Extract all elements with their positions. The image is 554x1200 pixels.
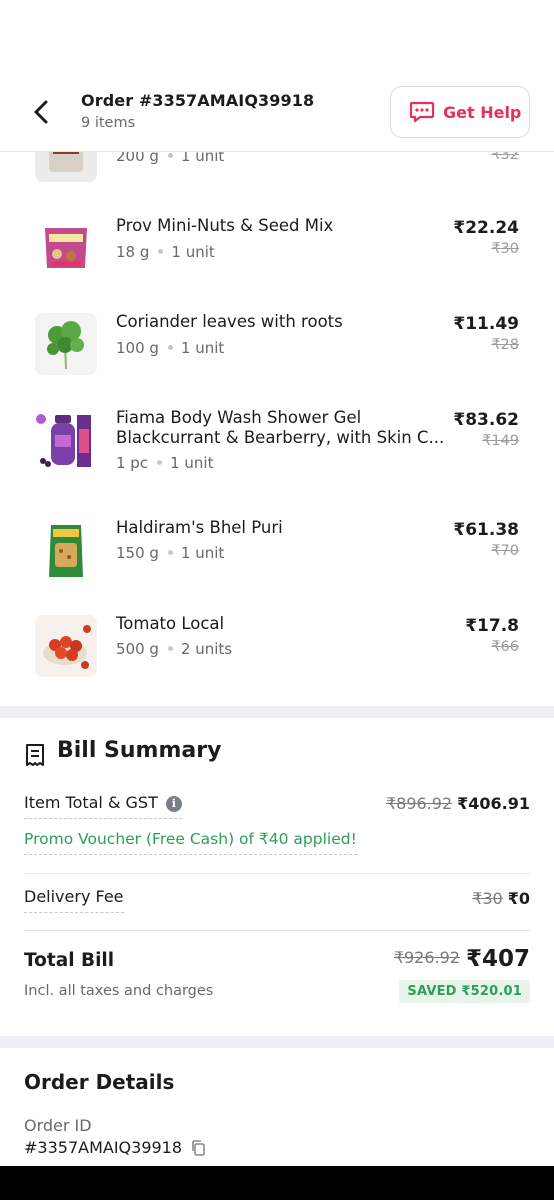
- item-name: Fiama Body Wash Shower Gel Blackcurrant …: [116, 408, 445, 447]
- list-item: Tomato Local 500 g2 units ₹17.8 ₹66: [0, 612, 554, 682]
- item-mrp: ₹30: [491, 241, 519, 257]
- top-header: Order #3357AMAIQ39918 9 items Get Help: [0, 0, 554, 152]
- total-bill-label: Total Bill: [24, 950, 115, 971]
- delivery-fee-value: ₹0: [507, 889, 530, 908]
- item-quantity: 150 g1 unit: [116, 544, 225, 562]
- product-thumbnail: [35, 519, 97, 581]
- item-count: 9 items: [81, 115, 136, 131]
- get-help-label: Get Help: [443, 102, 522, 122]
- product-thumbnail: [35, 615, 97, 677]
- promo-voucher-text[interactable]: Promo Voucher (Free Cash) of ₹40 applied…: [24, 830, 357, 855]
- order-id-value: #3357AMAIQ39918: [24, 1138, 183, 1157]
- delivery-fee-amount: ₹30 ₹0: [472, 889, 530, 908]
- product-thumbnail: [35, 313, 97, 375]
- item-total-mrp: ₹896.92: [385, 794, 453, 813]
- item-price: ₹61.38: [453, 520, 519, 540]
- order-title: Order #3357AMAIQ39918: [81, 91, 315, 110]
- item-quantity: 500 g2 units: [116, 640, 233, 658]
- item-name: Prov Mini-Nuts & Seed Mix: [116, 216, 334, 235]
- item-name: Coriander leaves with roots: [116, 312, 343, 331]
- section-divider: [0, 706, 554, 718]
- total-bill-mrp: ₹926.92: [393, 948, 460, 967]
- order-id-label: Order ID: [24, 1116, 92, 1135]
- list-item: Coriander leaves with roots 100 g1 unit …: [0, 310, 554, 380]
- item-price: ₹22.24: [453, 218, 519, 238]
- item-price: ₹11.49: [453, 314, 519, 334]
- item-quantity: 100 g1 unit: [116, 339, 225, 357]
- item-mrp: ₹66: [491, 639, 519, 655]
- item-mrp: ₹149: [482, 433, 519, 449]
- section-divider: [0, 1036, 554, 1048]
- bill-summary-title: Bill Summary: [57, 738, 222, 763]
- chevron-left-icon: [34, 100, 48, 124]
- order-details-title: Order Details: [24, 1070, 175, 1094]
- delivery-fee-label[interactable]: Delivery Fee: [24, 887, 124, 913]
- product-thumbnail: [35, 409, 97, 471]
- order-id-row: #3357AMAIQ39918: [24, 1138, 206, 1157]
- chat-icon: [409, 101, 435, 123]
- system-navigation-bar: [0, 1166, 554, 1200]
- item-total-text: Item Total & GST: [24, 793, 158, 812]
- item-mrp: ₹28: [491, 337, 519, 353]
- info-icon[interactable]: i: [165, 795, 182, 812]
- total-bill-subtext: Incl. all taxes and charges: [24, 983, 214, 999]
- item-name: Haldiram's Bhel Puri: [116, 518, 283, 537]
- list-item: Prov Mini-Nuts & Seed Mix 18 g1 unit ₹22…: [0, 214, 554, 284]
- item-price: ₹83.62: [453, 410, 519, 430]
- product-thumbnail: [35, 218, 97, 280]
- item-total-amount: ₹896.92 ₹406.91: [386, 794, 530, 813]
- divider: [24, 930, 530, 931]
- list-item: Fiama Body Wash Shower Gel Blackcurrant …: [0, 406, 554, 486]
- item-mrp: ₹70: [491, 543, 519, 559]
- item-quantity: 1 pc 1 unit: [116, 454, 214, 472]
- item-total-label[interactable]: Item Total & GST i: [24, 793, 182, 819]
- get-help-button[interactable]: Get Help: [390, 86, 530, 138]
- total-bill-value: ₹407: [465, 946, 530, 972]
- copy-icon[interactable]: [190, 1139, 206, 1157]
- item-total-value: ₹406.91: [457, 794, 530, 813]
- receipt-icon: [26, 744, 44, 766]
- saved-badge: SAVED ₹520.01: [399, 980, 530, 1003]
- back-button[interactable]: [26, 96, 56, 128]
- total-bill-amount: ₹926.92 ₹407: [394, 946, 530, 972]
- item-quantity: 18 g1 unit: [116, 243, 215, 261]
- delivery-fee-mrp: ₹30: [472, 889, 503, 908]
- list-item: Haldiram's Bhel Puri 150 g1 unit ₹61.38 …: [0, 516, 554, 586]
- divider: [24, 873, 530, 874]
- item-price: ₹17.8: [465, 616, 519, 636]
- item-name: Tomato Local: [116, 614, 225, 633]
